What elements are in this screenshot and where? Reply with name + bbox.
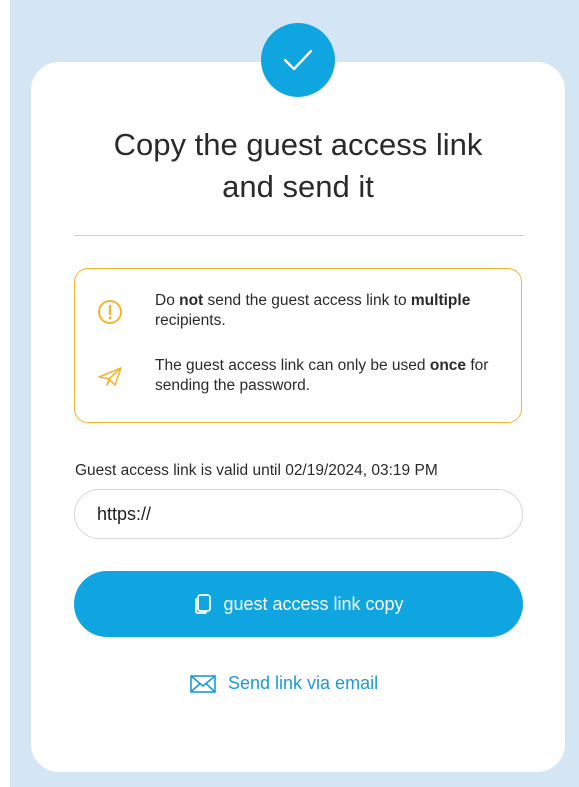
copy-icon	[195, 594, 212, 614]
exclamation-circle-icon	[98, 300, 122, 324]
guest-link-field[interactable]	[74, 489, 523, 539]
checkmark-icon	[283, 49, 313, 71]
warning-bold: not	[179, 292, 204, 309]
dialog-title: Copy the guest access link and send it	[31, 124, 565, 208]
divider	[74, 235, 524, 236]
warning-single-use: The guest access link can only be used o…	[155, 356, 495, 396]
title-line-1: Copy the guest access link	[113, 127, 483, 162]
title-line-2: and send it	[222, 169, 374, 204]
link-validity-label: Guest access link is valid until 02/19/2…	[75, 462, 438, 479]
send-email-label: Send link via email	[228, 673, 379, 693]
warning-text: The guest access link can only be used	[155, 357, 430, 374]
copy-link-label: guest access link copy	[223, 593, 404, 614]
success-badge	[261, 23, 335, 97]
send-email-link[interactable]: Send link via email	[190, 673, 378, 694]
warning-box: Do not send the guest access link to mul…	[74, 268, 522, 423]
warning-text: send the guest access link to	[203, 292, 411, 309]
warning-bold: multiple	[410, 292, 471, 309]
copy-link-button[interactable]: guest access link copy	[74, 571, 523, 637]
envelope-icon	[190, 674, 216, 693]
warning-text: recipients.	[155, 312, 226, 329]
warning-bold: once	[429, 357, 467, 374]
warning-text: Do	[155, 292, 180, 309]
paper-plane-icon	[98, 367, 122, 386]
warning-multiple-recipients: Do not send the guest access link to mul…	[155, 291, 495, 331]
